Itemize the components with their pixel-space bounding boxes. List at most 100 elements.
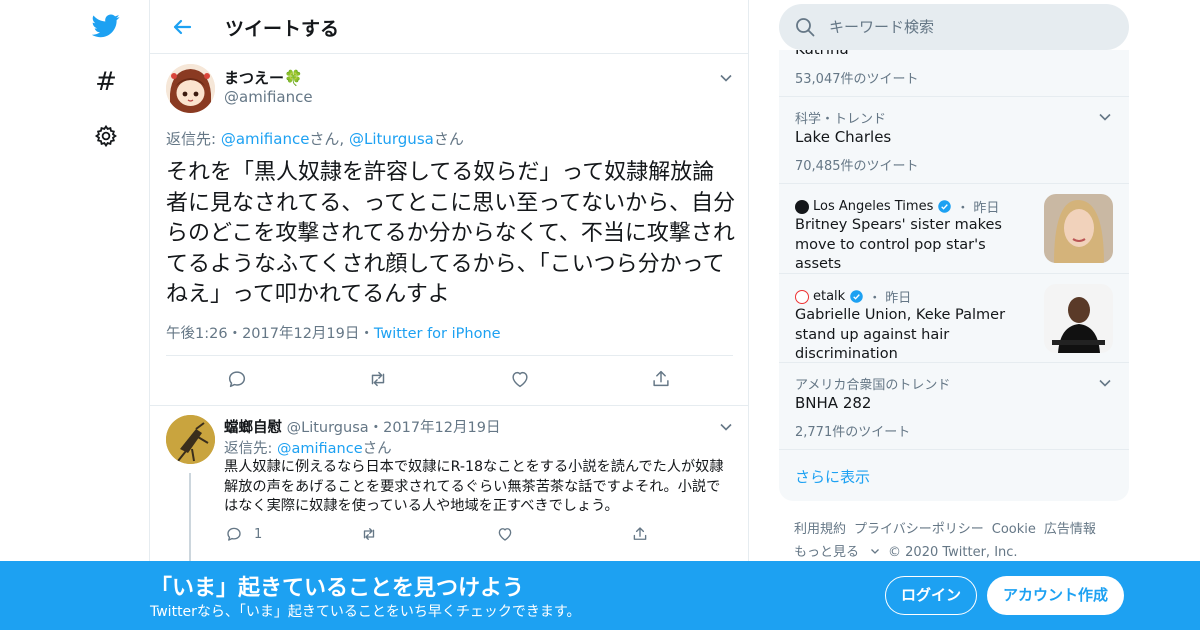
trend-category: 科学・トレンド — [795, 112, 887, 127]
avatar[interactable] — [166, 64, 215, 113]
share-icon[interactable] — [631, 525, 649, 543]
login-button[interactable]: ログイン — [885, 576, 977, 615]
reply-to-prefix: 返信先: — [224, 441, 277, 457]
divider — [166, 355, 733, 356]
reply-to-suffix: さん — [433, 130, 464, 148]
reply-icon[interactable] — [226, 368, 248, 390]
reply-tweet: 蟷螂自慰 @Liturgusa・2017年12月19日 返信先: @amifia… — [150, 407, 748, 573]
tweet-user-handle[interactable]: @amifiance — [224, 88, 313, 106]
explore-hash-icon[interactable]: # — [92, 67, 120, 97]
signup-button[interactable]: アカウント作成 — [987, 576, 1124, 615]
chevron-down-icon[interactable] — [719, 70, 733, 84]
trend-name: BNHA 282 — [795, 394, 872, 412]
trend-name: Katrina — [795, 50, 849, 58]
twitter-bird-icon[interactable] — [92, 12, 120, 40]
page: # ツイートする まつえー🍀 @amifiance 返信先: @amifianc… — [0, 0, 1200, 630]
footer-link-ads[interactable]: 広告情報 — [1044, 522, 1096, 537]
news-source-logo-icon — [795, 289, 809, 304]
tweet-source-link[interactable]: Twitter for iPhone — [374, 326, 501, 342]
tweet-actions — [150, 368, 748, 394]
reply-count: 1 — [254, 527, 263, 542]
dot-separator: ・ — [368, 420, 384, 436]
reply-to-suffix: さん — [362, 441, 392, 457]
retweet-icon[interactable] — [367, 368, 389, 390]
like-heart-icon[interactable] — [496, 525, 514, 543]
footer-more-label: もっと見る — [794, 545, 860, 560]
news-thumbnail — [1044, 194, 1113, 263]
main-column: ツイートする まつえー🍀 @amifiance 返信先: @amifianceさ… — [149, 0, 749, 630]
trend-item[interactable]: 科学・トレンド Lake Charles 70,485件のツイート — [779, 97, 1129, 184]
signup-banner: 「いま」起きていることを見つけよう Twitterなら、「いま」起きていることを… — [0, 561, 1200, 630]
chevron-down-icon[interactable] — [1098, 375, 1112, 389]
news-source-line: Los Angeles Times ・ 昨日 — [795, 197, 999, 216]
reply-date[interactable]: 2017年12月19日 — [383, 420, 500, 436]
settings-gear-icon[interactable] — [92, 122, 120, 150]
tweet-time[interactable]: 午後1:26 — [166, 326, 228, 342]
thread-line — [189, 473, 191, 573]
footer-link-cookie[interactable]: Cookie — [992, 522, 1036, 537]
dot-separator: ・ — [359, 326, 374, 342]
news-title: Gabrielle Union, Keke Palmer stand up ag… — [795, 307, 1006, 362]
news-item[interactable]: etalk ・ 昨日 Gabrielle Union, Keke Palmer … — [779, 274, 1129, 363]
search-icon — [795, 17, 815, 37]
trend-item[interactable]: Katrina 53,047件のツイート — [779, 50, 1129, 97]
footer-link-privacy[interactable]: プライバシーポリシー — [854, 522, 984, 537]
trend-category: アメリカ合衆国のトレンド — [795, 378, 951, 393]
trend-item[interactable]: アメリカ合衆国のトレンド BNHA 282 2,771件のツイート — [779, 363, 1129, 450]
reply-to-line: 返信先: @amifianceさん, @Liturgusaさん — [166, 128, 464, 149]
tweet-user-name[interactable]: まつえー🍀 — [224, 67, 303, 88]
reply-to-link[interactable]: @amifiance — [221, 130, 310, 148]
footer: 利用規約 プライバシーポリシー Cookie 広告情報 もっと見る © 2020 Twi… — [794, 518, 1134, 564]
reply-to-link[interactable]: @amifiance — [277, 441, 363, 457]
avatar[interactable] — [166, 415, 215, 464]
chevron-down-icon[interactable] — [1098, 109, 1112, 123]
tweet-meta: 午後1:26・2017年12月19日・Twitter for iPhone — [166, 322, 501, 343]
news-time: 昨日 — [973, 201, 1000, 216]
trend-name: Lake Charles — [795, 128, 892, 146]
copyright: © 2020 Twitter, Inc. — [888, 545, 1018, 560]
back-arrow-icon[interactable] — [170, 15, 194, 39]
news-source: etalk — [813, 289, 846, 304]
dot-separator: ・ — [956, 201, 970, 216]
search-box[interactable] — [779, 4, 1129, 50]
news-source: Los Angeles Times — [813, 199, 934, 214]
dot-separator: ・ — [868, 291, 882, 306]
tweet-date[interactable]: 2017年12月19日 — [242, 326, 359, 342]
news-time: 昨日 — [885, 291, 912, 306]
banner-title: 「いま」起きていることを見つけよう — [150, 576, 525, 601]
trend-count: 2,771件のツイート — [795, 425, 911, 440]
dot-separator: ・ — [227, 326, 243, 342]
show-more-link[interactable]: さらに表示 — [795, 466, 870, 487]
reply-icon[interactable] — [225, 525, 243, 543]
tweet-text: それを「黒人奴隷を許容してる奴らだ」って奴隷解放論者に見なされてる、ってとこに思… — [166, 160, 736, 307]
chevron-down-icon[interactable] — [719, 419, 733, 433]
news-source-line: etalk ・ 昨日 — [795, 287, 911, 306]
reply-to-suffix: さん, — [309, 130, 349, 148]
news-item[interactable]: Los Angeles Times ・ 昨日 Britney Spears' s… — [779, 184, 1129, 274]
main-tweet: まつえー🍀 @amifiance 返信先: @amifianceさん, @Lit… — [150, 54, 748, 406]
reply-to-prefix: 返信先: — [166, 130, 221, 148]
footer-link-terms[interactable]: 利用規約 — [794, 522, 846, 537]
news-title: Britney Spears' sister makes move to con… — [795, 217, 1002, 272]
trend-count: 53,047件のツイート — [795, 72, 919, 87]
reply-user-handle[interactable]: @Liturgusa — [287, 420, 369, 436]
share-icon[interactable] — [650, 368, 672, 390]
page-title: ツイートする — [225, 18, 340, 40]
banner-subtitle: Twitterなら、「いま」起きていることをいち早くチェックできます。 — [150, 604, 581, 620]
reply-text: 黒人奴隷に例えるなら日本で奴隷にR-18なことをする小説を読んでた人が奴隷解放の… — [224, 459, 724, 514]
reply-user-name[interactable]: 蟷螂自慰 — [224, 420, 282, 436]
page-header: ツイートする — [150, 0, 748, 54]
like-heart-icon[interactable] — [509, 368, 531, 390]
reply-header: 蟷螂自慰 @Liturgusa・2017年12月19日 — [224, 416, 500, 437]
footer-more-link[interactable]: もっと見る — [794, 545, 880, 560]
search-input[interactable] — [829, 4, 1109, 50]
news-thumbnail — [1044, 284, 1113, 353]
verified-badge-icon — [938, 200, 952, 213]
retweet-icon[interactable] — [360, 525, 378, 543]
reply-to-line: 返信先: @amifianceさん — [224, 437, 392, 458]
trend-count: 70,485件のツイート — [795, 159, 919, 174]
trends-panel: Katrina 53,047件のツイート 科学・トレンド Lake Charle… — [779, 50, 1129, 501]
chevron-down-icon — [871, 549, 879, 554]
news-source-logo-icon — [795, 199, 809, 214]
reply-to-link[interactable]: @Liturgusa — [349, 130, 434, 148]
